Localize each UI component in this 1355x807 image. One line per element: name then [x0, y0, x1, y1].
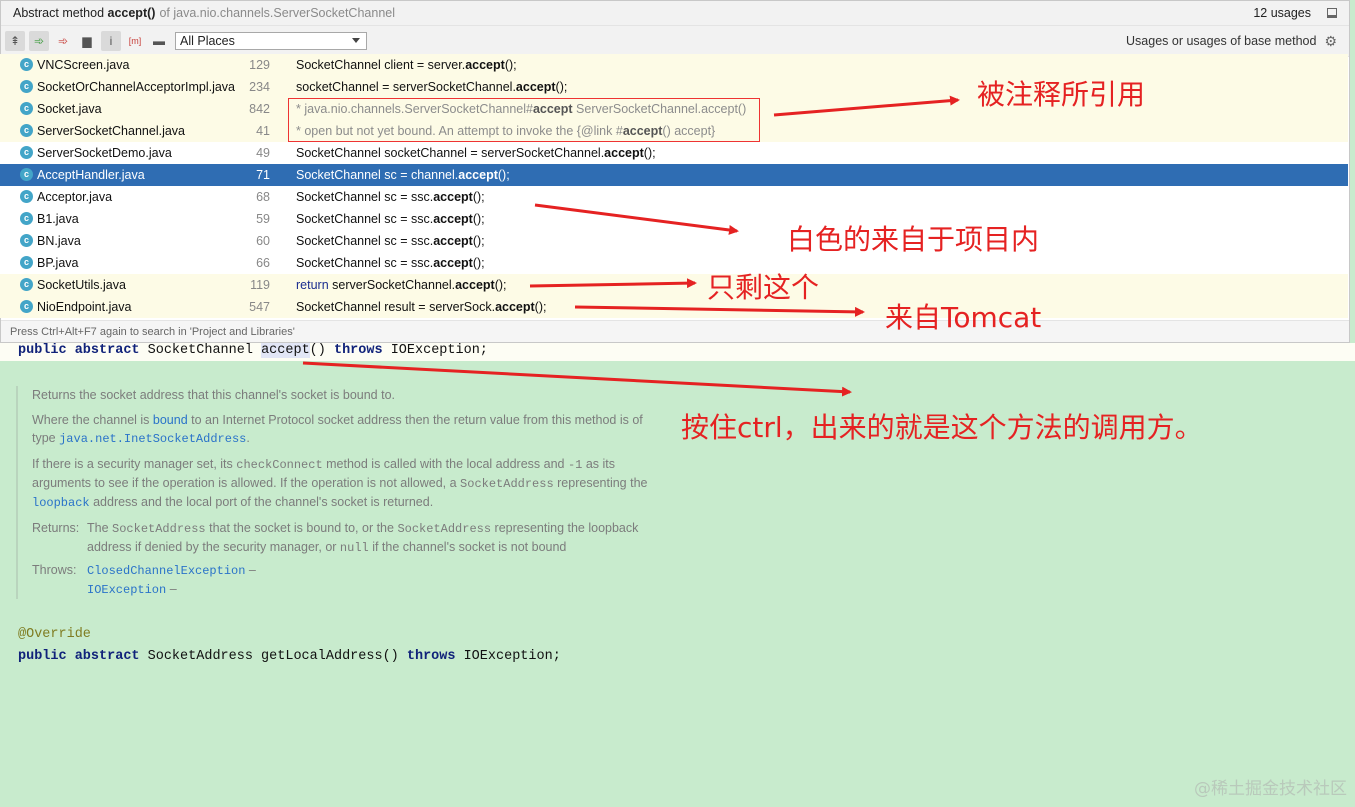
arrow-tomcat	[574, 305, 865, 317]
annotation-arrows	[302, 95, 960, 397]
arrow-project	[534, 203, 739, 235]
annotation-white-from-project: 白色的来自于项目内	[787, 223, 1040, 256]
annotation-only-this-left: 只剩这个	[707, 271, 820, 304]
annotation-referenced-by-comment: 被注释所引用	[977, 78, 1146, 111]
watermark: @稀土掘金技术社区	[1194, 779, 1347, 799]
arrow-only-this	[529, 278, 697, 289]
annotation-from-tomcat: 来自Tomcat	[885, 301, 1042, 334]
arrow-callers	[302, 361, 852, 397]
arrow-comment	[773, 95, 960, 117]
annotation-ctrl-callers: 按住ctrl，出来的就是这个方法的调用方。	[681, 411, 1203, 444]
